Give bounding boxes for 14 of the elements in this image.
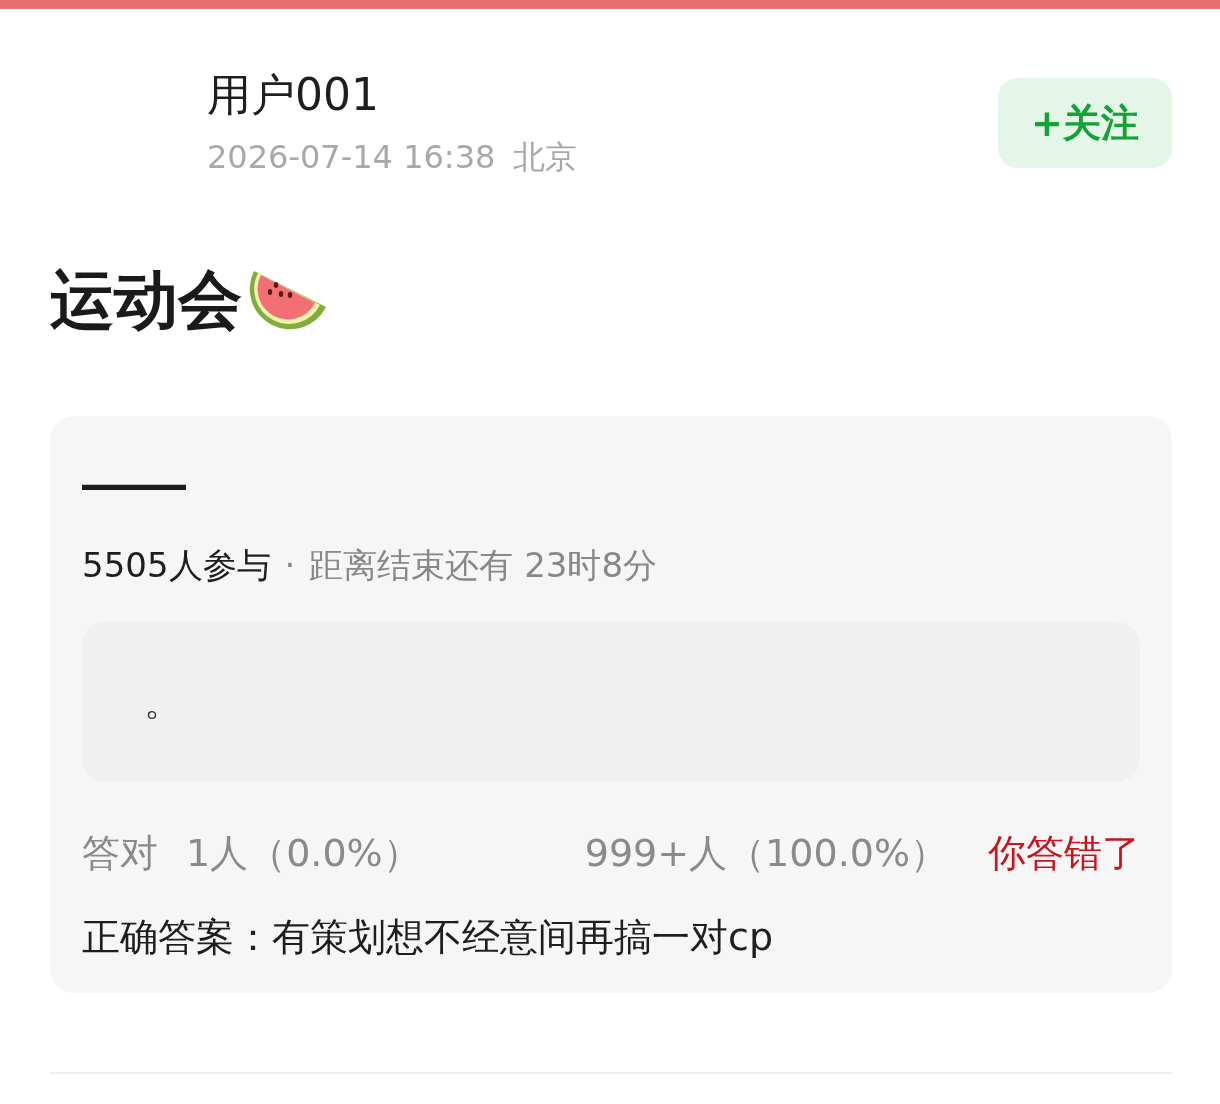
correct-count: 1人（0.0%） xyxy=(186,830,421,877)
user-name: 用户001 xyxy=(207,69,380,121)
separator-dot: · xyxy=(284,544,296,587)
post-date: 2026-07-14 16:38 xyxy=(207,137,496,177)
post-location: 北京 xyxy=(513,137,578,177)
stats-label: 答对 xyxy=(82,830,158,877)
correct-answer: 正确答案：有策划想不经意间再搞一对cp xyxy=(82,914,774,961)
quiz-question: —— xyxy=(82,453,186,514)
result-text: 你答错了 xyxy=(988,830,1140,877)
countdown-text: 距离结束还有 23时8分 xyxy=(309,544,658,587)
post-title: 运动会 xyxy=(50,262,242,339)
wrong-count: 999+人（100.0%） xyxy=(584,830,948,877)
answer-option[interactable]: 。 xyxy=(82,622,1140,782)
participant-count: 5505人参与 xyxy=(82,544,271,587)
